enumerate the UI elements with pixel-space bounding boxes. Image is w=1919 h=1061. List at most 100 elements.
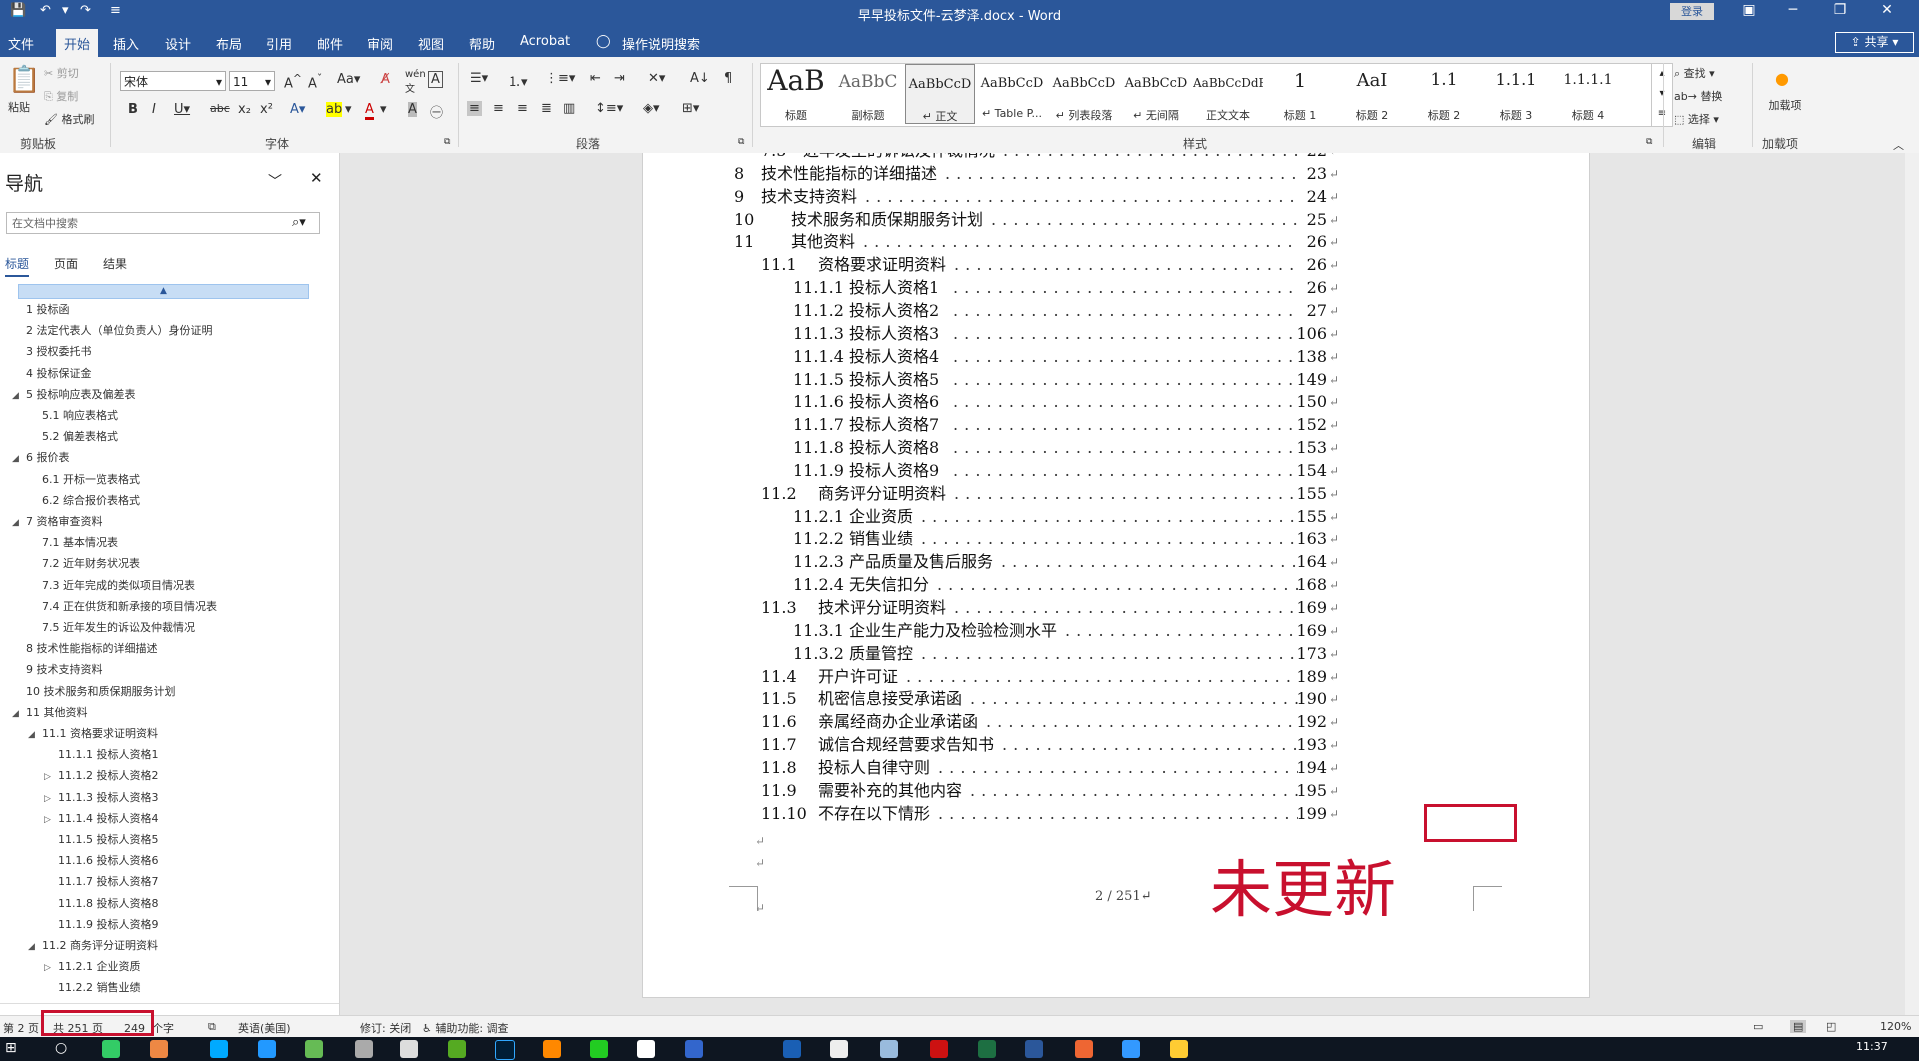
app-icon[interactable]: [448, 1040, 466, 1058]
style-item-table-p[interactable]: AaBbCcD ↵ Table P...: [977, 64, 1047, 124]
style-item-heading-3[interactable]: 1.1.1 标题 3: [1481, 64, 1551, 124]
tab-acrobat[interactable]: Acrobat: [520, 34, 570, 49]
toc-entry[interactable]: 11.2 商务评分证明资料 . . . . . . . . . . . . . .…: [643, 483, 1589, 505]
app-icon[interactable]: [543, 1040, 561, 1058]
document-page[interactable]: 7.5 近年发生的诉讼及仲裁情况 . . . . . . . . . . . . …: [642, 153, 1590, 998]
nav-heading-item[interactable]: 11.1.7 投标人资格7: [44, 872, 158, 892]
app-icon[interactable]: [1075, 1040, 1093, 1058]
paste-button[interactable]: 粘贴: [8, 99, 30, 115]
toc-entry[interactable]: 11.1.3 投标人资格3 . . . . . . . . . . . . . .…: [643, 323, 1589, 345]
paragraph-dialog-launcher-icon[interactable]: ⧉: [738, 137, 744, 147]
tell-me-search[interactable]: 操作说明搜索: [622, 34, 700, 53]
sort-icon[interactable]: A↓: [690, 71, 710, 86]
nav-heading-item[interactable]: 7.1 基本情况表: [28, 533, 118, 553]
toc-entry[interactable]: 11.3 技术评分证明资料 . . . . . . . . . . . . . .…: [643, 597, 1589, 619]
shrink-font-icon[interactable]: Aˇ: [308, 72, 322, 91]
login-button[interactable]: 登录: [1670, 3, 1714, 20]
nav-heading-item[interactable]: ◢ 11.1 资格要求证明资料: [28, 724, 158, 744]
nav-heading-item[interactable]: 11.1.9 投标人资格9: [44, 915, 158, 935]
nav-heading-item[interactable]: 2 法定代表人（单位负责人）身份证明: [12, 321, 213, 341]
collapse-triangle-icon[interactable]: ◢: [12, 386, 26, 406]
nav-heading-item[interactable]: 8 技术性能指标的详细描述: [12, 639, 158, 659]
font-name-box[interactable]: 宋体 ▾: [120, 71, 226, 91]
excel-icon[interactable]: [978, 1040, 996, 1058]
toc-entry[interactable]: 11.2.4 无失信扣分 . . . . . . . . . . . . . . …: [643, 574, 1589, 596]
app-icon[interactable]: [258, 1040, 276, 1058]
zoom-level[interactable]: 120%: [1880, 1020, 1911, 1033]
toc-entry[interactable]: 11.1.4 投标人资格4 . . . . . . . . . . . . . .…: [643, 346, 1589, 368]
strikethrough-icon[interactable]: abc: [210, 102, 230, 115]
text-effects-icon[interactable]: A▾: [290, 102, 305, 117]
bullets-icon[interactable]: ☰▾: [470, 71, 488, 86]
clear-formatting-icon[interactable]: A̸: [381, 72, 390, 87]
font-size-box[interactable]: 11 ▾: [229, 71, 275, 91]
align-center-icon[interactable]: ≡: [493, 101, 504, 116]
folder-icon[interactable]: [1170, 1040, 1188, 1058]
italic-icon[interactable]: I: [152, 102, 156, 117]
nav-heading-item[interactable]: ◢ 5 投标响应表及偏差表: [12, 385, 136, 405]
style-item-no-spacing[interactable]: AaBbCcD ↵ 无间隔: [1121, 64, 1191, 124]
toc-entry[interactable]: 11.1.8 投标人资格8 . . . . . . . . . . . . . .…: [643, 437, 1589, 459]
tab-help[interactable]: 帮助: [469, 34, 495, 53]
nav-heading-item[interactable]: ▷ 11.2.1 企业资质: [44, 957, 140, 977]
tab-design[interactable]: 设计: [165, 34, 191, 53]
vertical-scrollbar[interactable]: [1905, 153, 1919, 1015]
toc-entry[interactable]: 11.5 机密信息接受承诺函 . . . . . . . . . . . . . …: [643, 688, 1589, 710]
nav-tab-headings[interactable]: 标题: [5, 255, 30, 277]
font-dialog-launcher-icon[interactable]: ⧉: [444, 137, 450, 147]
superscript-icon[interactable]: x²: [260, 102, 273, 117]
nav-heading-item[interactable]: 11.2.2 销售业绩: [44, 978, 140, 998]
asian-layout-icon[interactable]: ✕▾: [648, 71, 665, 86]
expand-triangle-icon[interactable]: ▷: [44, 958, 58, 978]
status-language[interactable]: 英语(美国): [238, 1020, 291, 1036]
bold-icon[interactable]: B: [128, 102, 138, 117]
multilevel-list-icon[interactable]: ⋮≡▾: [545, 71, 575, 86]
web-layout-icon[interactable]: ◰: [1826, 1020, 1836, 1033]
status-accessibility[interactable]: ♿ 辅助功能: 调查: [422, 1020, 509, 1036]
select-button[interactable]: ⬚ 选择 ▾: [1674, 111, 1719, 127]
toc-entry[interactable]: 11.1 资格要求证明资料 . . . . . . . . . . . . . .…: [643, 254, 1589, 276]
restore-icon[interactable]: ❐: [1825, 2, 1855, 18]
replace-button[interactable]: ab→ 替换: [1674, 88, 1722, 104]
style-item-title[interactable]: AaB 标题: [761, 64, 831, 124]
nav-tab-results[interactable]: 结果: [103, 255, 127, 272]
nav-heading-item[interactable]: 4 投标保证金: [12, 364, 92, 384]
justify-icon[interactable]: ≣: [541, 101, 552, 116]
nav-close-icon[interactable]: ✕: [310, 169, 323, 187]
nav-heading-item[interactable]: 10 技术服务和质保期服务计划: [12, 682, 176, 702]
toc-entry[interactable]: 11.1.9 投标人资格9 . . . . . . . . . . . . . .…: [643, 460, 1589, 482]
align-left-icon[interactable]: ≡: [467, 101, 482, 116]
collapse-triangle-icon[interactable]: ◢: [28, 937, 42, 957]
tab-view[interactable]: 视图: [418, 34, 444, 53]
minimize-icon[interactable]: ─: [1778, 2, 1808, 18]
toc-entry[interactable]: 7.5 近年发生的诉讼及仲裁情况 . . . . . . . . . . . . …: [643, 153, 1589, 162]
shading-icon[interactable]: ◈▾: [643, 101, 660, 116]
styles-scroll[interactable]: ▴ ▾ ≡: [1651, 63, 1673, 127]
proofing-icon[interactable]: ⧉: [208, 1020, 216, 1034]
show-marks-icon[interactable]: ¶: [724, 71, 732, 86]
addins-icon[interactable]: ●: [1775, 69, 1789, 88]
toc-entry[interactable]: 11.3.1 企业生产能力及检验检测水平 . . . . . . . . . . …: [643, 620, 1589, 642]
nav-heading-item[interactable]: ◢ 7 资格审查资料: [12, 512, 103, 532]
toc-entry[interactable]: 11.9 需要补充的其他内容 . . . . . . . . . . . . . …: [643, 780, 1589, 802]
nav-options-icon[interactable]: ﹀: [268, 171, 282, 191]
numbering-icon[interactable]: ⒈▾: [508, 71, 528, 90]
wechat-icon[interactable]: [590, 1040, 608, 1058]
toc-entry[interactable]: 11.1.6 投标人资格6 . . . . . . . . . . . . . .…: [643, 391, 1589, 413]
subscript-icon[interactable]: x₂: [238, 102, 251, 117]
nav-heading-item[interactable]: 11.1.6 投标人资格6: [44, 851, 158, 871]
nav-heading-item[interactable]: 7.3 近年完成的类似项目情况表: [28, 576, 195, 596]
toc-entry[interactable]: 11 其他资料 . . . . . . . . . . . . . . . . .…: [643, 231, 1589, 253]
tab-insert[interactable]: 插入: [113, 34, 139, 53]
nav-heading-item[interactable]: 6.1 开标一览表格式: [28, 470, 140, 490]
share-button[interactable]: ⇪ 共享 ▾: [1835, 32, 1914, 53]
nav-heading-item[interactable]: 9 技术支持资料: [12, 660, 103, 680]
toc-entry[interactable]: 9 技术支持资料 . . . . . . . . . . . . . . . . …: [643, 186, 1589, 208]
taskbar-search-icon[interactable]: ○: [55, 1040, 73, 1058]
tab-mailings[interactable]: 邮件: [317, 34, 343, 53]
collapse-triangle-icon[interactable]: ◢: [28, 725, 42, 745]
nav-heading-item[interactable]: ▷ 11.1.4 投标人资格4: [44, 809, 158, 829]
toc-entry[interactable]: 11.3.2 质量管控 . . . . . . . . . . . . . . .…: [643, 643, 1589, 665]
tab-review[interactable]: 审阅: [367, 34, 393, 53]
decrease-indent-icon[interactable]: ⇤: [590, 71, 601, 86]
